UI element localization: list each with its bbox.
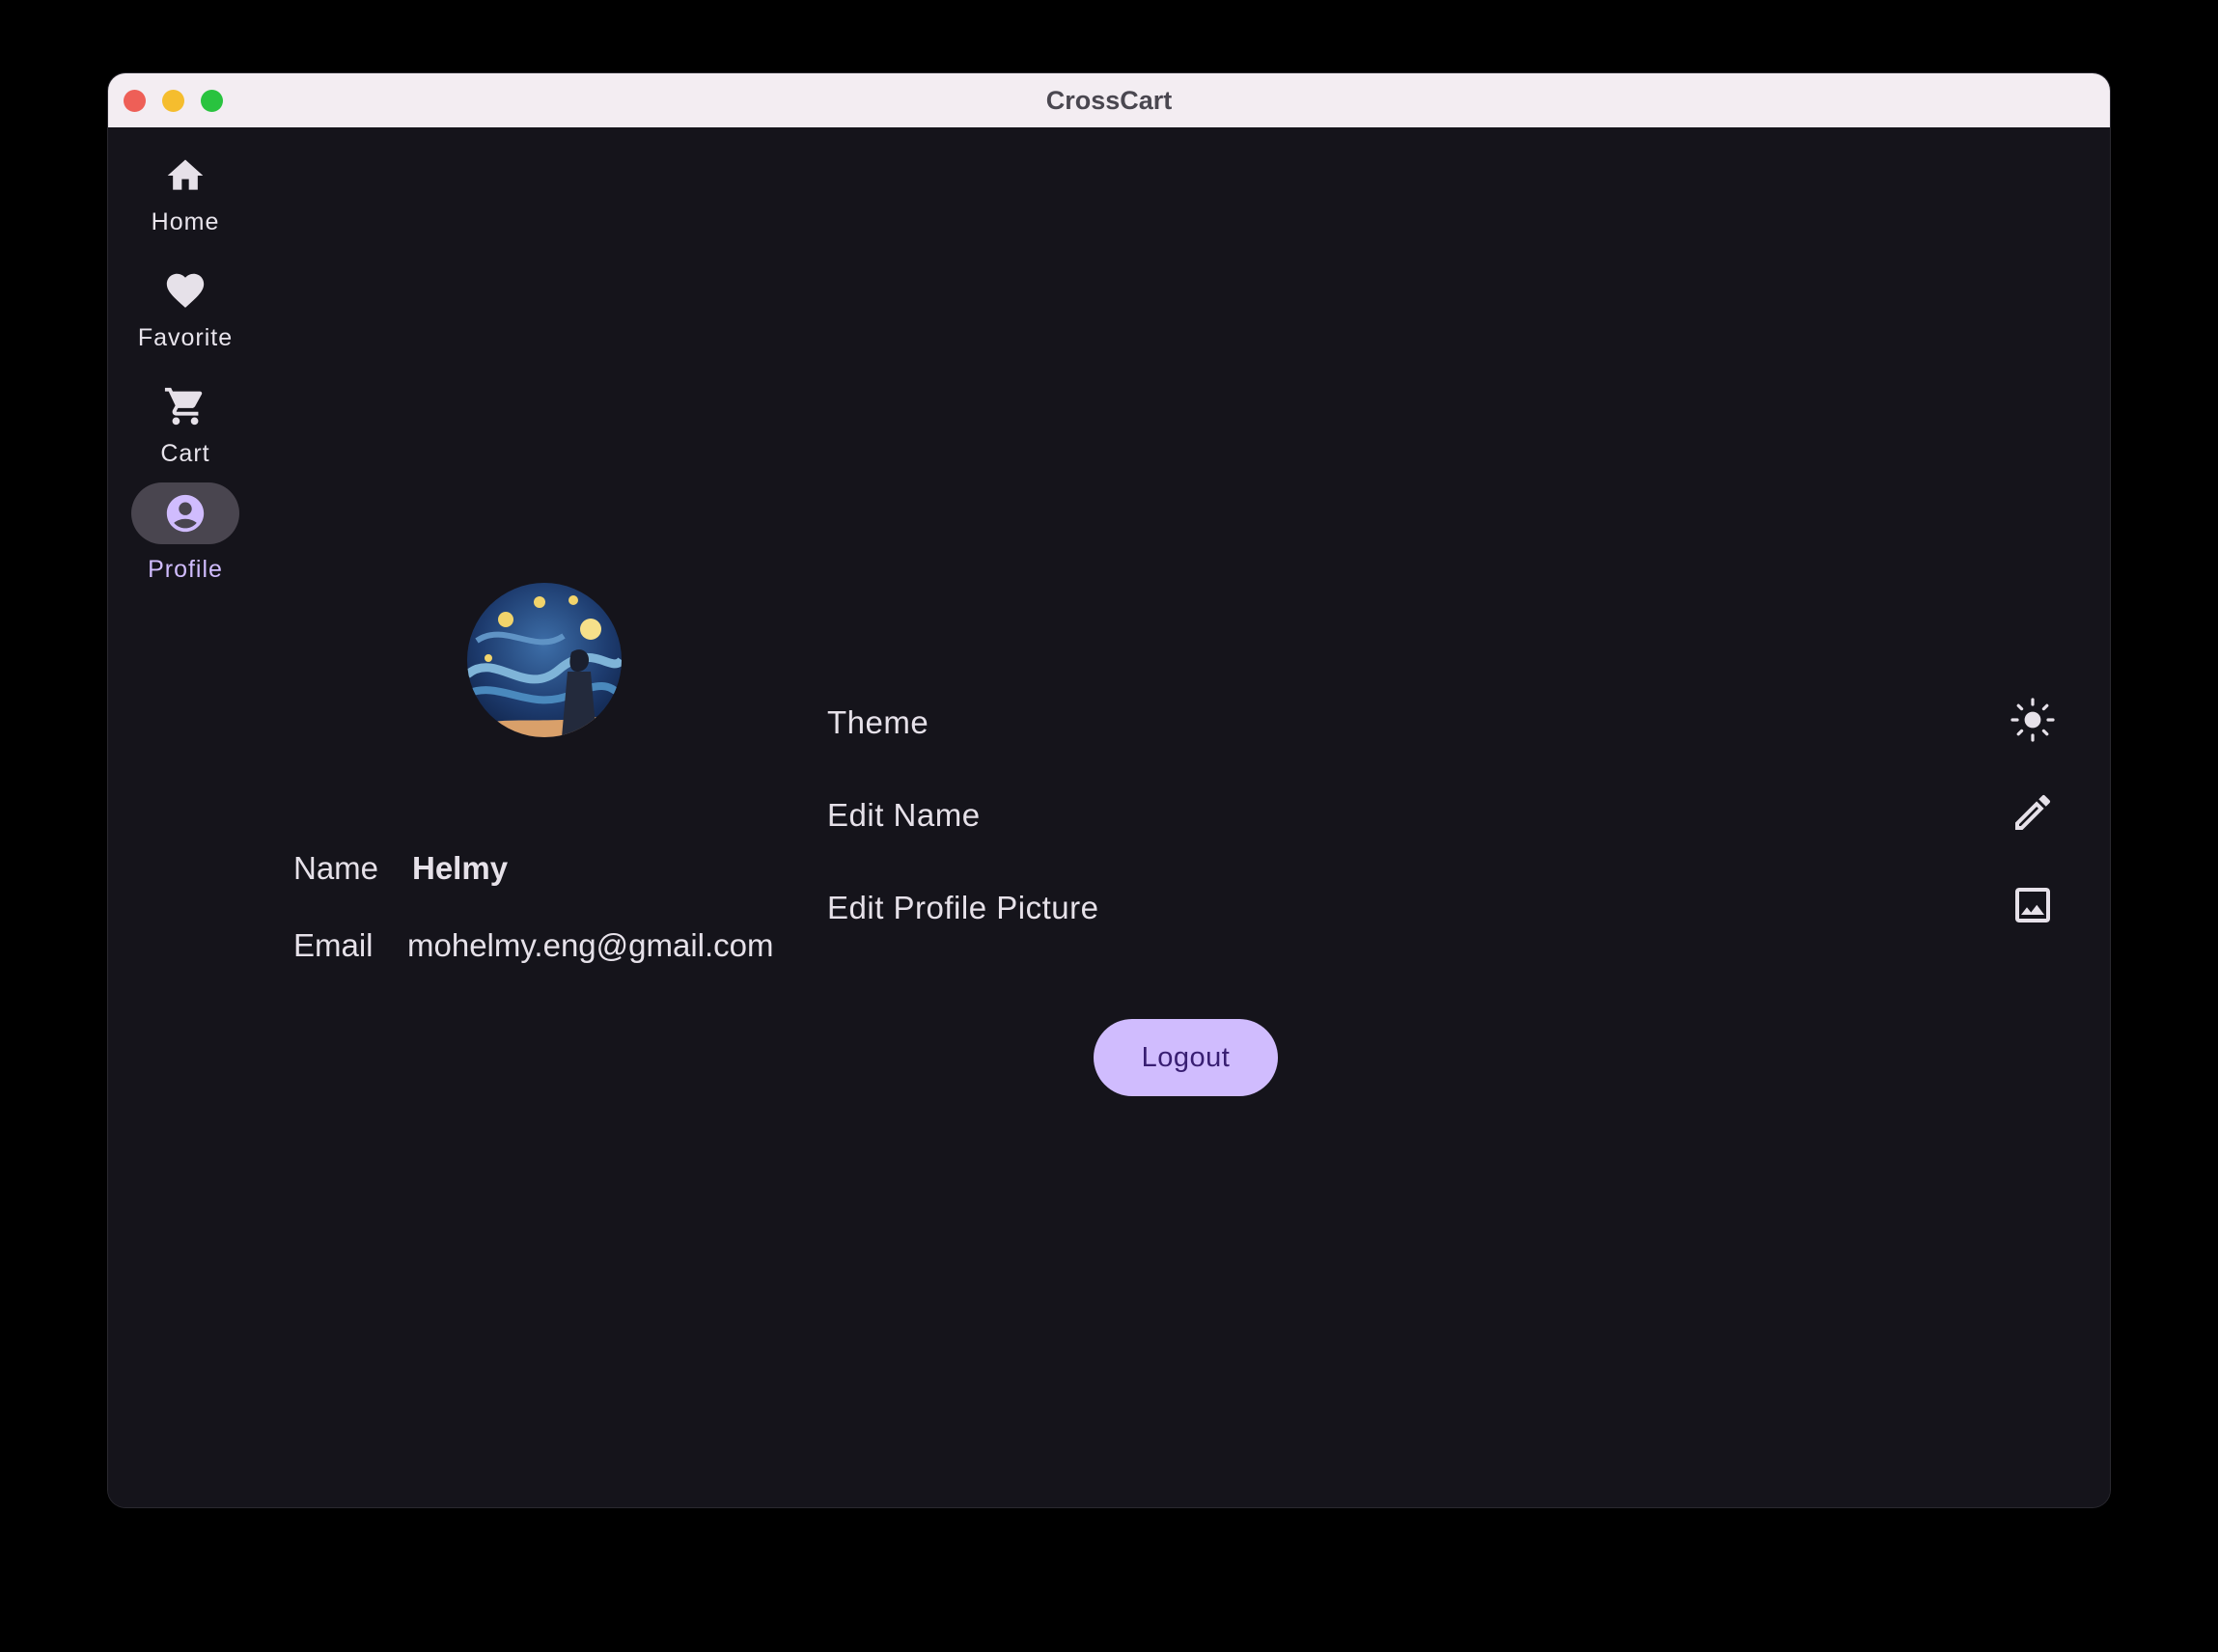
sun-icon[interactable]	[2010, 697, 2056, 743]
name-label: Name	[293, 850, 379, 886]
name-value: Helmy	[412, 850, 509, 886]
pencil-icon[interactable]	[2010, 789, 2056, 836]
heart-icon	[163, 268, 208, 313]
account-circle-icon	[163, 491, 208, 536]
nav-label-favorite: Favorite	[137, 324, 234, 351]
nav-item-profile[interactable]: Profile	[108, 482, 263, 591]
nav-label-profile: Profile	[148, 556, 223, 583]
nav-item-home[interactable]: Home	[108, 147, 263, 243]
nav-item-cart[interactable]: Cart	[108, 378, 263, 475]
logout-button[interactable]: Logout	[1094, 1019, 1278, 1096]
nav-label-cart: Cart	[160, 440, 210, 467]
home-icon	[164, 154, 207, 197]
app-window: CrossCart Home Favorite Cart Profile Nam…	[108, 73, 2110, 1507]
setting-label-theme: Theme	[827, 704, 929, 740]
email-label: Email	[293, 927, 374, 963]
profile-avatar	[467, 583, 622, 737]
main-content: Home Favorite Cart Profile Name Helmy Em…	[108, 127, 2110, 1507]
window-title: CrossCart	[1045, 86, 1173, 115]
nav-item-favorite[interactable]: Favorite	[108, 262, 263, 359]
nav-label-home: Home	[151, 208, 220, 235]
title-bar: CrossCart	[108, 73, 2110, 127]
image-icon[interactable]	[2010, 882, 2056, 928]
email-value: mohelmy.eng@gmail.com	[407, 927, 774, 963]
setting-label-edit-name: Edit Name	[827, 797, 981, 833]
setting-label-edit-profile-picture: Edit Profile Picture	[827, 890, 1099, 925]
cart-icon	[163, 384, 208, 428]
